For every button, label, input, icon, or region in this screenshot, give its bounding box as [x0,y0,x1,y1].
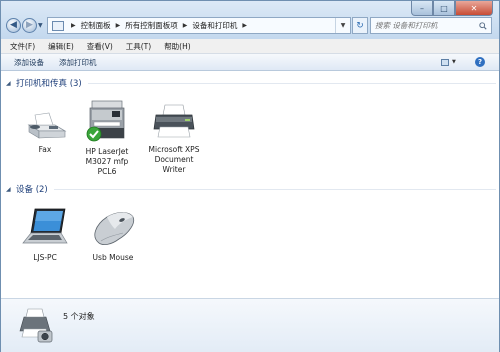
collapse-arrow-icon[interactable]: ◢ [6,186,16,193]
view-dropdown-icon[interactable]: ▼ [452,59,456,65]
device-label: Fax [38,145,52,154]
menu-tools[interactable]: 工具(T) [126,41,151,52]
command-bar: 添加设备 添加打印机 [1,54,499,71]
group-divider [53,188,496,190]
navigation-bar: ◀ ▶ ▼ ▶ 控制面板 ▶ 所有控制面板项 ▶ 设备和打印机 ▶ ▼ ↻ – … [1,1,499,39]
breadcrumb-separator-icon[interactable]: ▶ [183,22,188,29]
default-printer-icon-group [82,98,132,144]
breadcrumb-control-panel[interactable]: 控制面板 [81,20,111,31]
laptop-icon [22,208,68,244]
forward-arrow-icon: ▶ [26,20,33,30]
add-device-button[interactable]: 添加设备 [14,57,44,68]
breadcrumb-separator-icon[interactable]: ▶ [71,22,76,29]
object-count: 5 个对象 [63,312,95,321]
search-input[interactable] [375,21,475,30]
back-button[interactable]: ◀ [6,18,21,33]
printers-group-title: 打印机和传真 (3) [16,79,82,89]
menu-edit[interactable]: 编辑(E) [48,41,74,52]
devices-printers-icon [19,308,53,343]
breadcrumb-separator-icon[interactable]: ▶ [116,22,121,29]
maximize-button[interactable]: □ [433,1,455,16]
minimize-icon: – [420,3,424,13]
menu-file[interactable]: 文件(F) [10,41,35,52]
refresh-icon: ↻ [356,20,364,31]
device-xps-writer[interactable]: Microsoft XPS Document Writer [141,103,207,175]
add-printer-button[interactable]: 添加打印机 [59,57,97,68]
breadcrumb-all-items[interactable]: 所有控制面板项 [125,20,178,31]
close-button[interactable]: ✕ [455,1,493,16]
minimize-button[interactable]: – [411,1,433,16]
search-box[interactable] [370,17,492,34]
device-list: ◢ 打印机和传真 (3) Fax HP LaserJet M3027 mfp P… [1,71,499,298]
printers-group-header[interactable]: ◢ 打印机和传真 (3) [6,77,496,89]
recent-pages-dropdown-icon[interactable]: ▼ [38,22,43,29]
window-controls: – □ ✕ [411,1,493,16]
device-label: HP LaserJet M3027 mfp PCL6 [85,147,129,176]
change-view-button[interactable]: ▼ [441,57,461,67]
group-divider [87,82,496,84]
view-icon [441,58,449,66]
mouse-icon [94,212,135,246]
menu-help[interactable]: 帮助(H) [164,41,191,52]
address-dropdown-icon[interactable]: ▼ [335,18,350,33]
details-pane: 5 个对象 [1,298,499,352]
devices-and-printers-window: ◀ ▶ ▼ ▶ 控制面板 ▶ 所有控制面板项 ▶ 设备和打印机 ▶ ▼ ↻ – … [0,0,500,352]
address-bar[interactable]: ▶ 控制面板 ▶ 所有控制面板项 ▶ 设备和打印机 ▶ ▼ [47,17,351,34]
menu-view[interactable]: 查看(V) [87,41,113,52]
device-label: Microsoft XPS Document Writer [148,145,200,174]
control-panel-icon [52,20,64,31]
collapse-arrow-icon[interactable]: ◢ [6,80,16,87]
refresh-button[interactable]: ↻ [352,17,368,34]
help-button[interactable]: ? [475,57,485,67]
devices-group-title: 设备 (2) [16,185,48,195]
printer-icon [153,104,195,138]
device-label: Usb Mouse [92,253,134,262]
breadcrumb-separator-icon[interactable]: ▶ [242,22,247,29]
device-fax[interactable]: Fax [13,111,77,155]
menu-bar: 文件(F) 编辑(E) 查看(V) 工具(T) 帮助(H) [1,39,499,54]
devices-group-header[interactable]: ◢ 设备 (2) [6,183,496,195]
fax-icon [27,112,67,139]
device-usb-mouse[interactable]: Usb Mouse [81,207,145,263]
help-icon: ? [477,58,483,66]
breadcrumb-devices-printers[interactable]: 设备和打印机 [192,20,237,31]
search-icon[interactable] [479,21,487,30]
default-checkmark-icon [86,126,102,142]
device-ljs-pc[interactable]: LJS-PC [13,207,77,263]
close-icon: ✕ [470,3,478,13]
forward-button[interactable]: ▶ [22,18,37,33]
back-arrow-icon: ◀ [10,20,17,30]
device-label: LJS-PC [33,253,57,262]
device-hp-laserjet[interactable]: HP LaserJet M3027 mfp PCL6 [75,98,139,177]
maximize-icon: □ [440,3,448,13]
